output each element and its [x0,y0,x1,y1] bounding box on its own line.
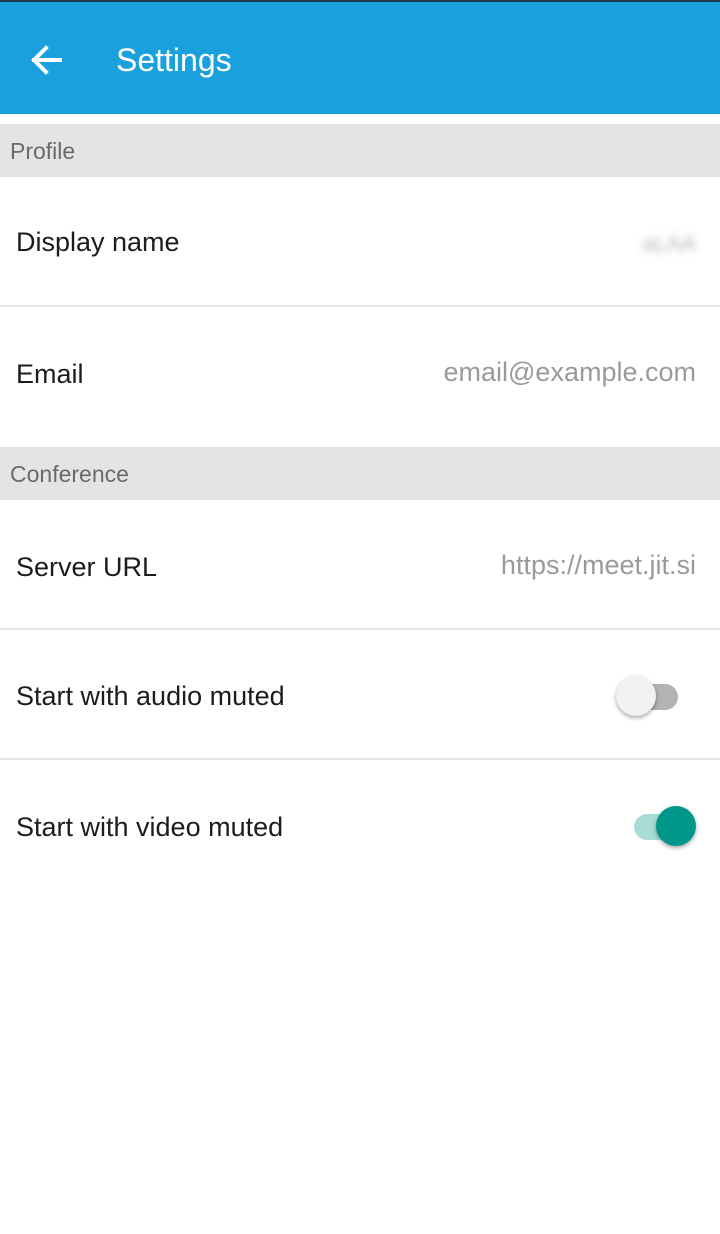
toggle-thumb [656,806,696,846]
audio-muted-toggle[interactable] [616,674,686,718]
email-label: Email [16,359,84,389]
app-bar-spacer [0,114,720,124]
app-bar: Settings [0,2,720,114]
section-header-label: Profile [10,138,76,164]
display-name-field[interactable]: aLAA [642,231,696,257]
email-row[interactable]: Email email@example.com [0,307,720,447]
server-url-row[interactable]: Server URL https://meet.jit.si [0,500,720,628]
server-url-label: Server URL [16,552,158,582]
back-button[interactable] [22,36,70,84]
video-muted-toggle[interactable] [626,804,696,848]
audio-muted-row[interactable]: Start with audio muted [0,630,720,758]
video-muted-label: Start with video muted [16,812,284,842]
display-name-row[interactable]: Display name aLAA [0,177,720,306]
audio-muted-label: Start with audio muted [16,681,285,711]
section-header-profile: Profile [0,124,720,177]
email-field[interactable]: email@example.com [444,357,697,388]
arrow-left-icon [31,45,62,75]
settings-screen: Settings Profile Display name aLAA Email… [0,0,720,1234]
server-url-field[interactable]: https://meet.jit.si [501,550,696,581]
section-header-conference: Conference [0,447,720,500]
video-muted-row[interactable]: Start with video muted [0,760,720,890]
section-header-label: Conference [10,461,129,487]
display-name-label: Display name [16,227,180,257]
toggle-thumb [616,676,656,716]
page-title: Settings [116,42,232,78]
